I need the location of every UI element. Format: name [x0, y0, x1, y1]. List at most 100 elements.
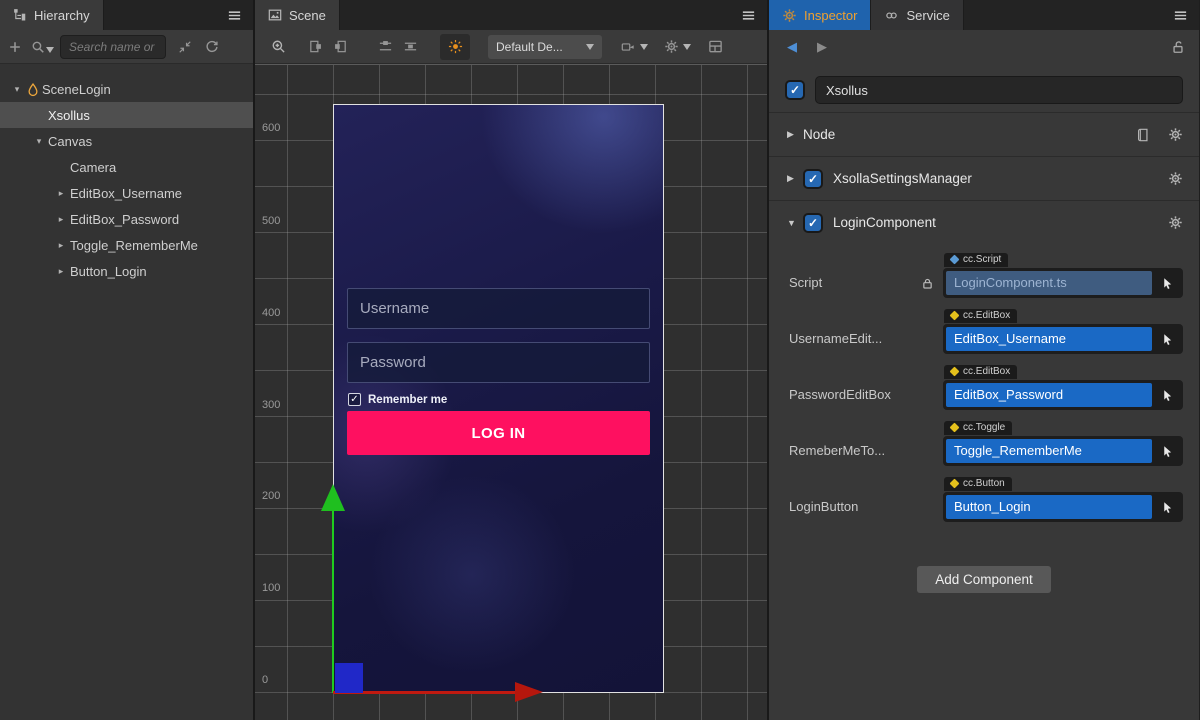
tree-item-Toggle_RememberMe[interactable]: ▸ Toggle_RememberMe [0, 232, 253, 258]
camera-caret-down-icon[interactable] [640, 44, 648, 50]
scene-menu-icon[interactable] [741, 8, 756, 23]
align-right-icon[interactable] [333, 39, 348, 54]
back-arrow-icon[interactable]: ◀ [787, 39, 797, 55]
scene-gear-icon[interactable] [664, 39, 679, 54]
node-active-checkbox[interactable]: ✓ [785, 80, 805, 100]
inspector-navrow: ◀ ▶ [769, 30, 1199, 64]
inspector-menu-icon[interactable] [1173, 8, 1188, 23]
gizmo-light-icon[interactable] [440, 34, 470, 60]
device-select[interactable]: Default De... [488, 35, 602, 59]
node-name-input[interactable] [815, 76, 1183, 104]
hierarchy-menu-icon[interactable] [227, 8, 242, 23]
login-gear-icon[interactable] [1168, 215, 1183, 230]
camera-icon[interactable] [620, 40, 636, 54]
create-node-button[interactable] [8, 40, 22, 54]
tree-expand-icon[interactable]: ▸ [52, 188, 70, 199]
settings-section-header[interactable]: ▶ ✓ XsollaSettingsManager [769, 156, 1199, 200]
x-axis-arrow[interactable] [515, 682, 543, 702]
tab-scene[interactable]: Scene [255, 0, 340, 30]
lock-icon [921, 380, 943, 410]
y-axis-arrow[interactable] [321, 484, 345, 511]
picker-cursor-icon[interactable] [1155, 383, 1180, 407]
scene-viewport[interactable]: Username Password ✓ Remember me LOG IN 6… [255, 64, 767, 720]
unlock-icon[interactable] [1171, 40, 1185, 54]
inspector-tabstrip: Inspector Service [769, 0, 1199, 30]
password-editbox[interactable]: Password [347, 342, 650, 383]
zoom-in-icon[interactable] [271, 39, 286, 54]
node-section-header[interactable]: ▶ Node [769, 112, 1199, 156]
node-gear-icon[interactable] [1168, 127, 1183, 142]
layout-grid-icon[interactable] [708, 39, 723, 54]
reference-value[interactable]: Button_Login [946, 495, 1152, 519]
tree-item-Xsollus[interactable]: Xsollus [0, 102, 253, 128]
reference-field[interactable]: EditBox_Username [943, 324, 1183, 354]
reference-value[interactable]: EditBox_Password [946, 383, 1152, 407]
collapse-all-button[interactable] [178, 40, 192, 54]
settings-gear-icon[interactable] [1168, 171, 1183, 186]
login-section-header[interactable]: ▼ ✓ LoginComponent [769, 200, 1199, 244]
remember-me-toggle[interactable]: ✓ Remember me [348, 393, 447, 406]
type-chip: cc.Button [944, 477, 1012, 491]
picker-cursor-icon[interactable] [1155, 439, 1180, 463]
tree-item-EditBox_Username[interactable]: ▸ EditBox_Username [0, 180, 253, 206]
book-icon[interactable] [1136, 127, 1150, 142]
type-chip-label: cc.EditBox [963, 366, 1010, 377]
reference-value[interactable]: Toggle_RememberMe [946, 439, 1152, 463]
tab-service[interactable]: Service [871, 0, 963, 30]
settings-section-title: XsollaSettingsManager [833, 171, 972, 186]
picker-cursor-icon[interactable] [1155, 271, 1180, 295]
game-canvas[interactable]: Username Password ✓ Remember me LOG IN [333, 104, 664, 693]
tab-hierarchy[interactable]: Hierarchy [0, 0, 104, 30]
add-component-button[interactable]: Add Component [917, 566, 1051, 593]
remember-checkbox[interactable]: ✓ [348, 393, 361, 406]
tree-item-SceneLogin[interactable]: ▾ SceneLogin [0, 76, 253, 102]
search-filter-icon[interactable] [31, 40, 45, 54]
login-button[interactable]: LOG IN [347, 411, 650, 455]
reference-field[interactable]: EditBox_Password [943, 380, 1183, 410]
tree-item-Camera[interactable]: Camera [0, 154, 253, 180]
lock-icon [921, 436, 943, 466]
settings-expand-icon[interactable]: ▶ [787, 173, 803, 184]
node-expand-icon[interactable]: ▶ [787, 129, 803, 140]
property-row: PasswordEditBox cc.EditBox EditBox_Passw… [789, 362, 1183, 410]
tree-item-EditBox_Password[interactable]: ▸ EditBox_Password [0, 206, 253, 232]
tree-item-label: Toggle_RememberMe [70, 238, 198, 253]
tree-expand-icon[interactable]: ▸ [52, 214, 70, 225]
tree-item-label: SceneLogin [42, 82, 111, 97]
tree-item-Button_Login[interactable]: ▸ Button_Login [0, 258, 253, 284]
align-left-icon[interactable] [308, 39, 323, 54]
reference-field[interactable]: LoginComponent.ts [943, 268, 1183, 298]
scene-panel: Scene Default De... Username [255, 0, 767, 720]
reference-value[interactable]: EditBox_Username [946, 327, 1152, 351]
reference-field[interactable]: Toggle_RememberMe [943, 436, 1183, 466]
refresh-button[interactable] [205, 40, 219, 54]
type-chip: cc.Script [944, 253, 1008, 267]
origin-handle[interactable] [335, 663, 363, 693]
settings-enabled-checkbox[interactable]: ✓ [803, 169, 823, 189]
tree-expand-icon[interactable]: ▸ [52, 266, 70, 277]
login-enabled-checkbox[interactable]: ✓ [803, 213, 823, 233]
search-caret-down-icon[interactable] [46, 47, 54, 53]
tree-expand-icon[interactable]: ▾ [30, 136, 48, 147]
property-row: LoginButton cc.Button Button_Login [789, 474, 1183, 522]
distribute-bottom-icon[interactable] [403, 39, 418, 54]
tab-inspector[interactable]: Inspector [769, 0, 871, 30]
distribute-top-icon[interactable] [378, 39, 393, 54]
property-field: cc.Toggle Toggle_RememberMe [943, 418, 1183, 466]
picker-cursor-icon[interactable] [1155, 495, 1180, 519]
tree-expand-icon[interactable]: ▸ [52, 240, 70, 251]
login-expand-icon[interactable]: ▼ [787, 218, 803, 228]
username-editbox[interactable]: Username [347, 288, 650, 329]
forward-arrow-icon[interactable]: ▶ [817, 39, 827, 55]
tree-item-Canvas[interactable]: ▾ Canvas [0, 128, 253, 154]
reference-value[interactable]: LoginComponent.ts [946, 271, 1152, 295]
lock-icon[interactable] [921, 268, 943, 298]
picker-cursor-icon[interactable] [1155, 327, 1180, 351]
node-name-row: ✓ [769, 64, 1199, 112]
search-input[interactable] [60, 35, 166, 59]
reference-field[interactable]: Button_Login [943, 492, 1183, 522]
property-row: UsernameEdit... cc.EditBox EditBox_Usern… [789, 306, 1183, 354]
tab-service-label: Service [906, 8, 949, 23]
tree-expand-icon[interactable]: ▾ [8, 84, 26, 95]
gear-caret-down-icon[interactable] [683, 44, 691, 50]
